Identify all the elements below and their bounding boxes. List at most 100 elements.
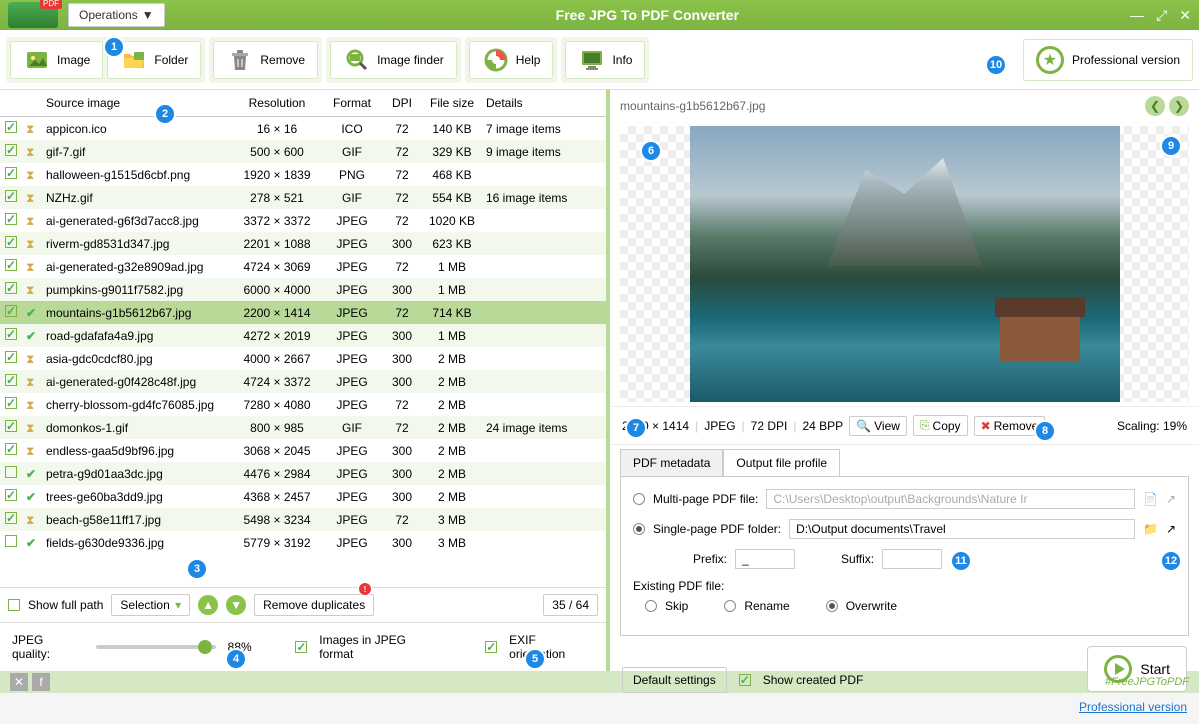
row-checkbox[interactable] bbox=[5, 489, 17, 501]
file-table[interactable]: ⧗appicon.ico16 × 16ICO72140 KB7 image it… bbox=[0, 117, 606, 587]
row-checkbox[interactable] bbox=[5, 351, 17, 363]
add-image-button[interactable]: Image bbox=[10, 41, 103, 79]
tab-output-profile[interactable]: Output file profile bbox=[723, 449, 840, 477]
checkmark-icon: ✔ bbox=[26, 329, 40, 343]
table-row[interactable]: ✔fields-g630de9336.jpg5779 × 3192JPEG300… bbox=[0, 531, 606, 554]
row-checkbox[interactable] bbox=[5, 512, 17, 524]
row-checkbox[interactable] bbox=[5, 236, 17, 248]
pro-version-button[interactable]: ★ Professional version bbox=[1023, 39, 1193, 81]
jpeg-format-checkbox[interactable] bbox=[295, 641, 307, 653]
info-button[interactable]: Info bbox=[565, 41, 645, 79]
search-icon: 🔍 bbox=[856, 419, 871, 433]
exif-checkbox[interactable] bbox=[485, 641, 497, 653]
checkmark-icon: ✔ bbox=[26, 467, 40, 481]
remove-button[interactable]: Remove bbox=[213, 41, 318, 79]
open-icon[interactable]: ↗ bbox=[1166, 492, 1176, 506]
row-checkbox[interactable] bbox=[5, 420, 17, 432]
remove-preview-button[interactable]: ✖Remove bbox=[974, 416, 1046, 436]
facebook-icon[interactable]: f bbox=[32, 673, 50, 691]
skip-radio[interactable] bbox=[645, 600, 657, 612]
hashtag: #FreeJPGToPDF bbox=[1105, 676, 1189, 688]
table-row[interactable]: ⧗cherry-blossom-gd4fc76085.jpg7280 × 408… bbox=[0, 393, 606, 416]
file-name: beach-g58e11ff17.jpg bbox=[42, 513, 232, 527]
table-row[interactable]: ⧗NZHz.gif278 × 521GIF72554 KB16 image it… bbox=[0, 186, 606, 209]
file-name: ai-generated-g6f3d7acc8.jpg bbox=[42, 214, 232, 228]
table-row[interactable]: ⧗beach-g58e11ff17.jpg5498 × 3234JPEG723 … bbox=[0, 508, 606, 531]
hourglass-icon: ⧗ bbox=[26, 444, 40, 458]
table-row[interactable]: ⧗riverm-gd8531d347.jpg2201 × 1088JPEG300… bbox=[0, 232, 606, 255]
checkmark-icon: ✔ bbox=[26, 536, 40, 550]
row-checkbox[interactable] bbox=[5, 282, 17, 294]
pro-version-link[interactable]: Professional version bbox=[1079, 700, 1187, 714]
image-finder-button[interactable]: Image finder bbox=[330, 41, 457, 79]
view-button[interactable]: 🔍View bbox=[849, 416, 907, 436]
table-row[interactable]: ⧗halloween-g1515d6cbf.png1920 × 1839PNG7… bbox=[0, 163, 606, 186]
default-settings-button[interactable]: Default settings bbox=[622, 667, 727, 693]
show-created-checkbox[interactable] bbox=[739, 674, 751, 686]
table-row[interactable]: ⧗ai-generated-g6f3d7acc8.jpg3372 × 3372J… bbox=[0, 209, 606, 232]
operations-dropdown[interactable]: Operations ▼ bbox=[68, 3, 165, 27]
next-image-button[interactable]: ❯ bbox=[1169, 96, 1189, 116]
row-checkbox[interactable] bbox=[5, 305, 17, 317]
table-row[interactable]: ⧗pumpkins-g9011f7582.jpg6000 × 4000JPEG3… bbox=[0, 278, 606, 301]
table-row[interactable]: ✔petra-g9d01aa3dc.jpg4476 × 2984JPEG3002… bbox=[0, 462, 606, 485]
file-name: road-gdafafa4a9.jpg bbox=[42, 329, 232, 343]
maximize-button[interactable]: ⤢ bbox=[1156, 7, 1167, 24]
suffix-input[interactable] bbox=[882, 549, 942, 569]
move-down-button[interactable]: ▼ bbox=[226, 595, 246, 615]
single-page-path[interactable]: D:\Output documents\Travel bbox=[789, 519, 1135, 539]
overwrite-radio[interactable] bbox=[826, 600, 838, 612]
row-checkbox[interactable] bbox=[5, 213, 17, 225]
prev-image-button[interactable]: ❮ bbox=[1145, 96, 1165, 116]
multi-page-radio[interactable] bbox=[633, 493, 645, 505]
show-full-path-checkbox[interactable] bbox=[8, 599, 20, 611]
copy-button[interactable]: ⎘Copy bbox=[913, 415, 968, 436]
table-row[interactable]: ✔mountains-g1b5612b67.jpg2200 × 1414JPEG… bbox=[0, 301, 606, 324]
table-row[interactable]: ⧗asia-gdc0cdcf80.jpg4000 × 2667JPEG3002 … bbox=[0, 347, 606, 370]
row-checkbox[interactable] bbox=[5, 259, 17, 271]
remove-duplicates-button[interactable]: Remove duplicates bbox=[254, 594, 374, 616]
twitter-icon[interactable]: ✕ bbox=[10, 673, 28, 691]
close-button[interactable]: ✕ bbox=[1179, 7, 1191, 24]
quality-value: 88% bbox=[228, 640, 252, 654]
file-name: petra-g9d01aa3dc.jpg bbox=[42, 467, 232, 481]
table-row[interactable]: ⧗ai-generated-g0f428c48f.jpg4724 × 3372J… bbox=[0, 370, 606, 393]
app-logo bbox=[8, 2, 58, 28]
row-checkbox[interactable] bbox=[5, 121, 17, 133]
browse-icon[interactable]: 📄 bbox=[1143, 492, 1158, 506]
table-row[interactable]: ⧗domonkos-1.gif800 × 985GIF722 MB24 imag… bbox=[0, 416, 606, 439]
row-checkbox[interactable] bbox=[5, 167, 17, 179]
table-row[interactable]: ⧗endless-gaa5d9bf96.jpg3068 × 2045JPEG30… bbox=[0, 439, 606, 462]
add-folder-button[interactable]: Folder bbox=[107, 41, 201, 79]
jpeg-quality-slider[interactable] bbox=[96, 645, 216, 649]
move-up-button[interactable]: ▲ bbox=[198, 595, 218, 615]
folder-browse-icon[interactable]: 📁 bbox=[1143, 522, 1158, 536]
row-checkbox[interactable] bbox=[5, 443, 17, 455]
scaling-label: Scaling: 19% bbox=[1117, 419, 1187, 433]
table-row[interactable]: ✔road-gdafafa4a9.jpg4272 × 2019JPEG3001 … bbox=[0, 324, 606, 347]
selection-dropdown[interactable]: Selection ▾ bbox=[111, 594, 190, 616]
row-checkbox[interactable] bbox=[5, 190, 17, 202]
quality-label: JPEG quality: bbox=[12, 633, 84, 661]
row-checkbox[interactable] bbox=[5, 144, 17, 156]
row-checkbox[interactable] bbox=[5, 397, 17, 409]
row-checkbox[interactable] bbox=[5, 374, 17, 386]
table-row[interactable]: ⧗gif-7.gif500 × 600GIF72329 KB9 image it… bbox=[0, 140, 606, 163]
row-checkbox[interactable] bbox=[5, 535, 17, 547]
row-checkbox[interactable] bbox=[5, 328, 17, 340]
single-page-radio[interactable] bbox=[633, 523, 645, 535]
rename-radio[interactable] bbox=[724, 600, 736, 612]
open-folder-icon[interactable]: ↗ bbox=[1166, 522, 1176, 536]
table-row[interactable]: ⧗appicon.ico16 × 16ICO72140 KB7 image it… bbox=[0, 117, 606, 140]
table-row[interactable]: ✔trees-ge60ba3dd9.jpg4368 × 2457JPEG3002… bbox=[0, 485, 606, 508]
row-checkbox[interactable] bbox=[5, 466, 17, 478]
file-name: ai-generated-g0f428c48f.jpg bbox=[42, 375, 232, 389]
minimize-button[interactable]: — bbox=[1130, 7, 1144, 24]
hourglass-icon: ⧗ bbox=[26, 145, 40, 159]
tab-pdf-metadata[interactable]: PDF metadata bbox=[620, 449, 723, 477]
hourglass-icon: ⧗ bbox=[26, 260, 40, 274]
table-row[interactable]: ⧗ai-generated-g32e8909ad.jpg4724 × 3069J… bbox=[0, 255, 606, 278]
prefix-input[interactable] bbox=[735, 549, 795, 569]
file-name: appicon.ico bbox=[42, 122, 232, 136]
help-button[interactable]: Help bbox=[469, 41, 554, 79]
